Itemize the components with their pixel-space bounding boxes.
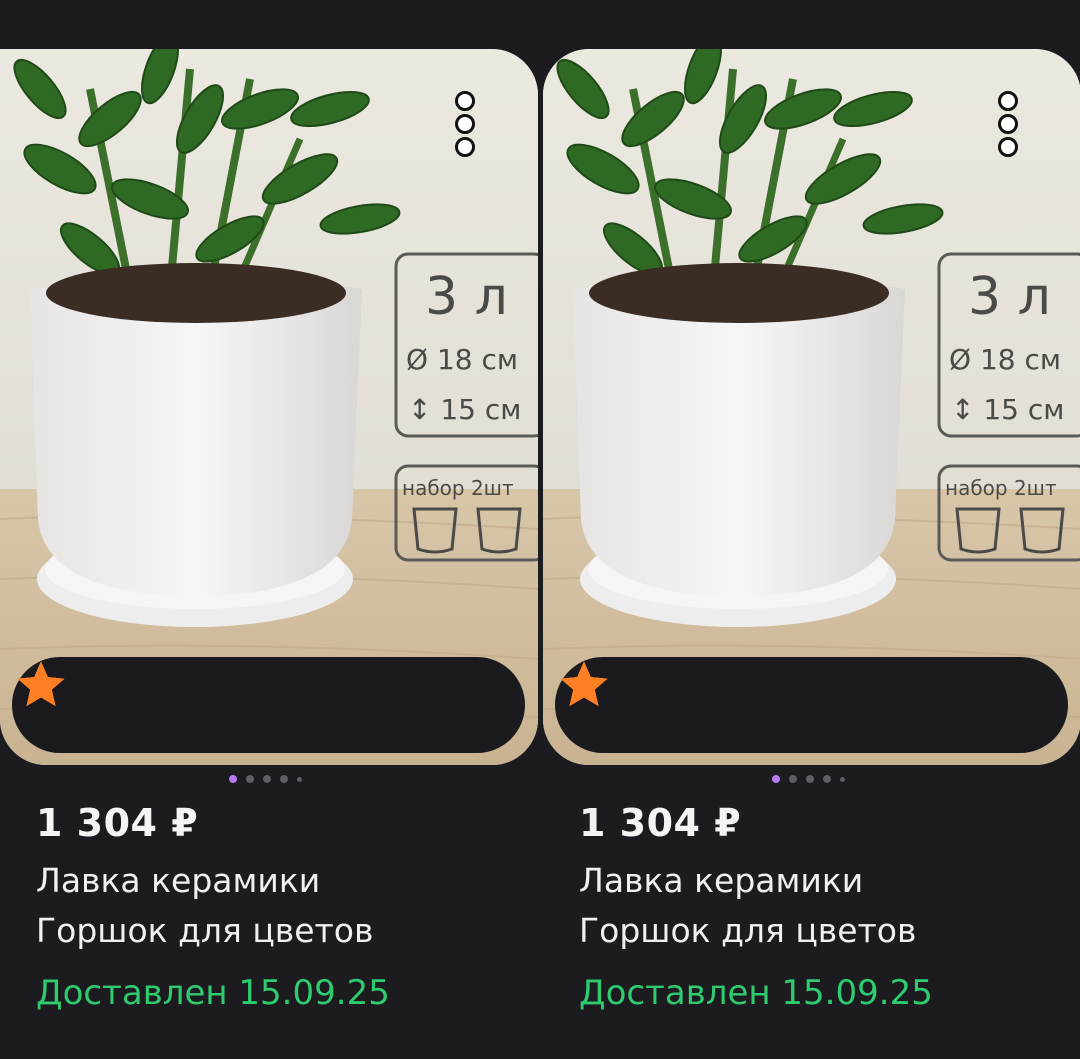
more-vertical-icon-dot [455, 114, 475, 134]
pager-dot [280, 775, 288, 783]
diameter-label: Ø 18 см [949, 343, 1061, 376]
product-photo[interactable]: 3 л Ø 18 см ↕ 15 см набор 2шт [0, 49, 538, 765]
product-title[interactable]: Горшок для цветов [36, 911, 373, 950]
product-price: 1 304 ₽ [579, 801, 742, 845]
delivery-status: Доставлен 15.09.25 [36, 973, 390, 1013]
more-vertical-icon-dot [998, 114, 1018, 134]
image-pager [229, 775, 302, 783]
volume-label: 3 л [968, 267, 1051, 327]
pager-dot-active [772, 775, 780, 783]
more-options-button[interactable] [990, 91, 1026, 157]
star-icon[interactable] [12, 657, 70, 713]
product-card[interactable]: 3 л Ø 18 см ↕ 15 см набор 2шт 1 304 ₽ Ла… [0, 49, 538, 1059]
image-pager [772, 775, 845, 783]
delivery-status: Доставлен 15.09.25 [579, 973, 933, 1013]
product-title[interactable]: Горшок для цветов [579, 911, 916, 950]
pager-dot [246, 775, 254, 783]
product-brand[interactable]: Лавка керамики [36, 861, 320, 900]
pager-dot [263, 775, 271, 783]
product-price: 1 304 ₽ [36, 801, 199, 845]
volume-label: 3 л [425, 267, 508, 327]
more-vertical-icon [455, 91, 475, 111]
product-photo[interactable]: 3 л Ø 18 см ↕ 15 см набор 2шт [543, 49, 1080, 765]
star-icon[interactable] [555, 657, 613, 713]
diameter-label: Ø 18 см [406, 343, 518, 376]
rating-bar[interactable] [555, 657, 1068, 753]
more-vertical-icon [998, 91, 1018, 111]
product-brand[interactable]: Лавка керамики [579, 861, 863, 900]
pager-dot [789, 775, 797, 783]
more-vertical-icon-dot [455, 137, 475, 157]
pager-dot [806, 775, 814, 783]
height-label: ↕ 15 см [408, 393, 521, 426]
pager-dot-active [229, 775, 237, 783]
height-label: ↕ 15 см [951, 393, 1064, 426]
more-options-button[interactable] [447, 91, 483, 157]
pager-dot [297, 776, 302, 782]
product-card[interactable]: 3 л Ø 18 см ↕ 15 см набор 2шт 1 304 ₽ Ла… [543, 49, 1080, 1059]
rating-bar[interactable] [12, 657, 525, 753]
pager-dot [840, 776, 845, 782]
set-label: набор 2шт [402, 476, 514, 500]
pager-dot [823, 775, 831, 783]
more-vertical-icon-dot [998, 137, 1018, 157]
set-label: набор 2шт [945, 476, 1057, 500]
